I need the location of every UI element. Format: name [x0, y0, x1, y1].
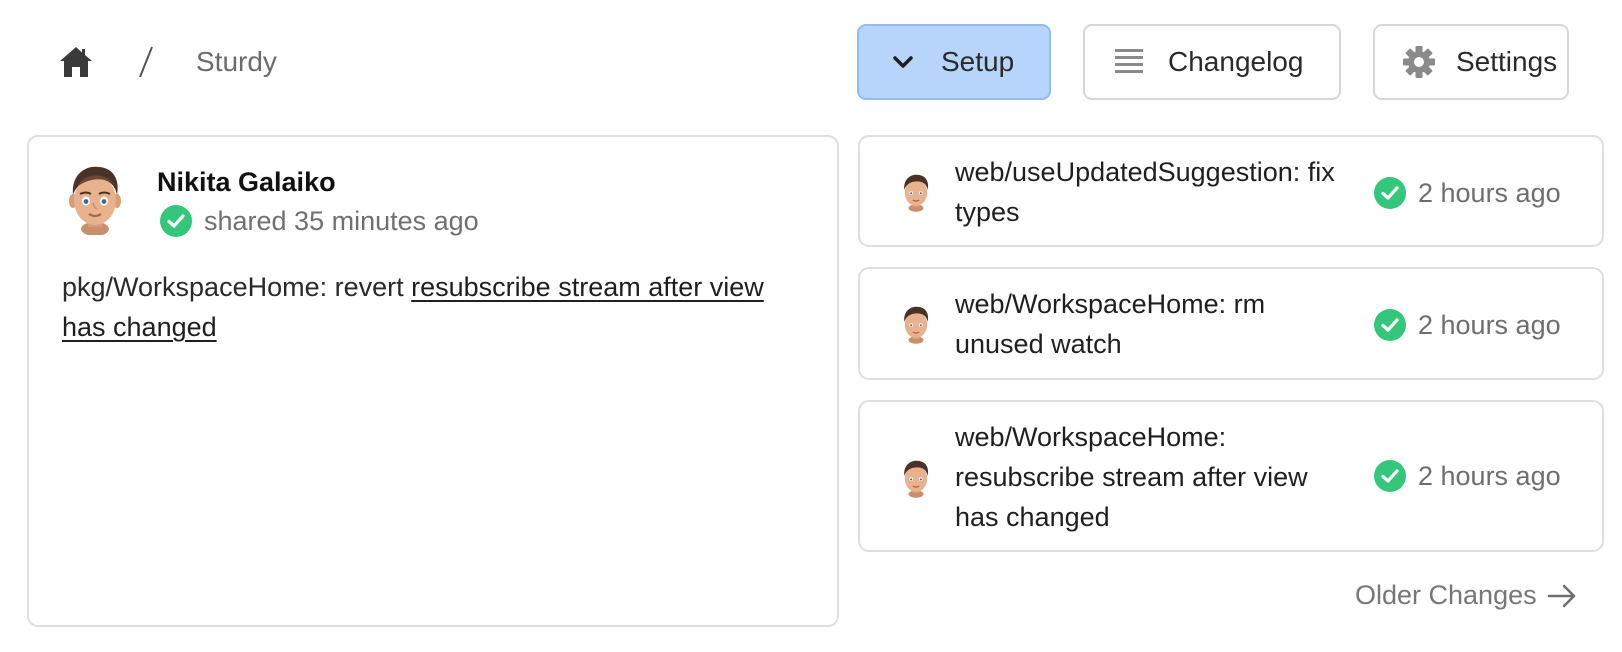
chevron-down-icon — [891, 55, 915, 69]
setup-button[interactable]: Setup — [857, 24, 1051, 100]
change-status: 2 hours ago — [1374, 177, 1561, 209]
breadcrumb-current[interactable]: Sturdy — [196, 46, 277, 78]
change-status: 2 hours ago — [1374, 460, 1561, 492]
change-timestamp: 2 hours ago — [1418, 309, 1561, 340]
commit-message-prefix: pkg/WorkspaceHome: revert — [62, 272, 412, 302]
settings-label: Settings — [1456, 46, 1558, 77]
check-circle-icon — [1374, 460, 1406, 492]
change-status: 2 hours ago — [1374, 309, 1561, 341]
check-circle-icon — [1374, 309, 1406, 341]
setup-label: Setup — [941, 46, 1015, 77]
change-message: web/WorkspaceHome: rm unused watch — [955, 289, 1266, 359]
list-icon — [1115, 47, 1143, 77]
change-timestamp: 2 hours ago — [1418, 177, 1561, 208]
change-message: web/WorkspaceHome: resubscribe stream af… — [955, 422, 1308, 532]
change-list-item[interactable]: web/WorkspaceHome: rm unused watch 2 hou… — [858, 267, 1604, 380]
commit-message: pkg/WorkspaceHome: revert resubscribe st… — [62, 267, 802, 347]
gear-icon — [1402, 45, 1436, 79]
check-circle-icon — [1374, 177, 1406, 209]
changelog-button[interactable]: Changelog — [1083, 24, 1341, 100]
changelog-label: Changelog — [1168, 46, 1304, 77]
avatar — [900, 304, 932, 344]
older-changes-label: Older Changes — [1355, 580, 1537, 610]
older-changes-link[interactable]: Older Changes — [1355, 580, 1577, 611]
avatar — [900, 172, 932, 212]
breadcrumb: Sturdy — [58, 42, 277, 82]
check-circle-icon — [160, 205, 192, 237]
settings-button[interactable]: Settings — [1373, 24, 1569, 100]
avatar — [900, 458, 932, 498]
author-name[interactable]: Nikita Galaiko — [157, 167, 336, 198]
breadcrumb-separator — [136, 44, 156, 80]
change-list-item[interactable]: web/WorkspaceHome: resubscribe stream af… — [858, 400, 1604, 552]
change-list-item[interactable]: web/useUpdatedSuggestion: fix types 2 ho… — [858, 135, 1604, 247]
change-message: web/useUpdatedSuggestion: fix types — [955, 157, 1335, 227]
shared-timestamp: shared 35 minutes ago — [204, 205, 479, 236]
home-icon[interactable] — [58, 44, 94, 80]
change-detail-card: Nikita Galaiko shared 35 minutes ago pkg… — [27, 135, 839, 627]
avatar — [65, 163, 125, 236]
arrow-right-icon — [1547, 583, 1577, 609]
shared-status: shared 35 minutes ago — [160, 205, 479, 237]
change-timestamp: 2 hours ago — [1418, 460, 1561, 491]
